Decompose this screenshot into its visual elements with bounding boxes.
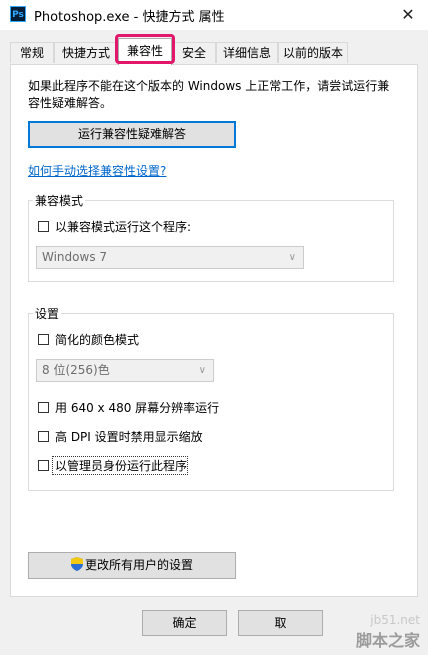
- run-as-admin-checkbox[interactable]: 以管理员身份运行此程序: [38, 457, 187, 473]
- compat-mode-checkbox-label: 以兼容模式运行这个程序:: [55, 219, 192, 234]
- high-dpi-label: 高 DPI 设置时禁用显示缩放: [55, 429, 203, 444]
- run-640x480-checkbox[interactable]: 用 640 x 480 屏幕分辨率运行: [38, 399, 219, 415]
- tab-previous-versions[interactable]: 以前的版本: [278, 42, 348, 63]
- os-version-select[interactable]: Windows 7 ∨: [36, 246, 304, 269]
- window-title: Photoshop.exe - 快捷方式 属性: [34, 10, 225, 25]
- watermark-url: jb51.net: [370, 613, 420, 627]
- uac-shield-icon: [70, 557, 83, 571]
- reduced-color-label: 简化的颜色模式: [55, 332, 140, 347]
- checkbox-box[interactable]: [38, 220, 49, 232]
- reduced-color-checkbox[interactable]: 简化的颜色模式: [38, 331, 139, 347]
- run-640x480-label: 用 640 x 480 屏幕分辨率运行: [55, 400, 220, 415]
- color-mode-select[interactable]: 8 位(256)色 ∨: [36, 359, 214, 382]
- chevron-down-icon: ∨: [198, 365, 206, 376]
- site-watermark: jb51.net 脚本之家: [356, 613, 420, 651]
- run-as-admin-label: 以管理员身份运行此程序: [55, 458, 188, 473]
- watermark-name: 脚本之家: [355, 631, 420, 650]
- compat-mode-group: [28, 200, 394, 282]
- compat-intro-text: 如果此程序不能在这个版本的 Windows 上正常工作，请尝试运行兼容性疑难解答…: [28, 79, 390, 110]
- checkbox-box[interactable]: [38, 401, 49, 413]
- manual-settings-link[interactable]: 如何手动选择兼容性设置?: [28, 162, 166, 179]
- compat-mode-group-title: 兼容模式: [33, 192, 86, 209]
- photoshop-app-icon: Ps: [10, 6, 26, 22]
- compat-mode-checkbox[interactable]: 以兼容模式运行这个程序:: [38, 218, 191, 234]
- tab-shortcut[interactable]: 快捷方式: [54, 42, 118, 63]
- high-dpi-checkbox[interactable]: 高 DPI 设置时禁用显示缩放: [38, 428, 203, 444]
- os-version-value: Windows 7: [42, 250, 108, 264]
- color-mode-value: 8 位(256)色: [42, 363, 110, 377]
- tab-details[interactable]: 详细信息: [216, 42, 278, 63]
- change-all-users-button[interactable]: 更改所有用户的设置: [28, 552, 236, 579]
- close-icon[interactable]: ✕: [396, 4, 420, 26]
- checkbox-box[interactable]: [38, 333, 49, 345]
- ok-button[interactable]: 确定: [142, 610, 227, 636]
- chevron-down-icon: ∨: [288, 252, 296, 263]
- checkbox-box[interactable]: [38, 430, 49, 442]
- tab-compatibility[interactable]: 兼容性: [118, 38, 172, 65]
- change-all-users-label: 更改所有用户的设置: [84, 558, 193, 572]
- run-troubleshooter-button[interactable]: 运行兼容性疑难解答: [28, 121, 236, 148]
- tab-security[interactable]: 安全: [172, 42, 216, 63]
- tab-general[interactable]: 常规: [10, 42, 54, 63]
- cancel-button[interactable]: 取: [238, 610, 323, 636]
- settings-group-title: 设置: [33, 305, 62, 322]
- checkbox-box[interactable]: [38, 459, 49, 471]
